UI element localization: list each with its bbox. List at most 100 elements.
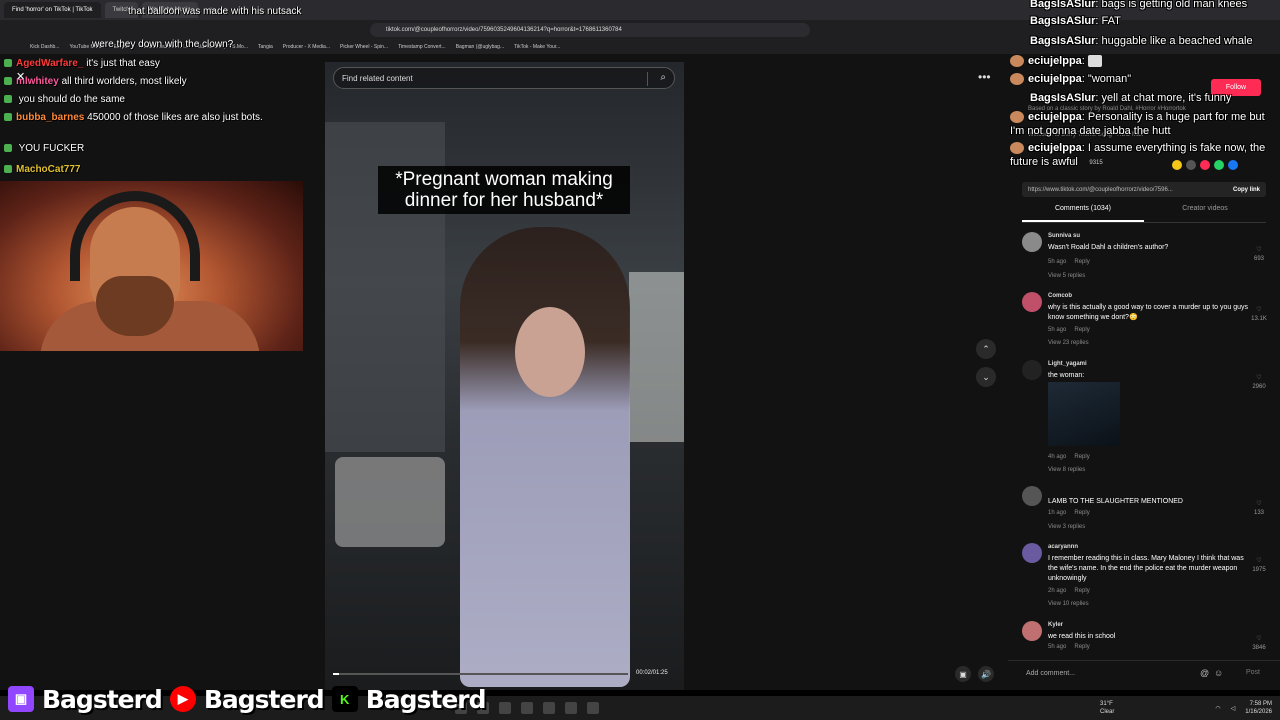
heart-icon[interactable]: ♡ xyxy=(1256,307,1261,313)
comment-meta: 5h ago Reply xyxy=(1048,327,1090,333)
comment-time: 2h ago xyxy=(1048,588,1067,594)
wifi-icon[interactable]: ◠ xyxy=(1215,705,1220,712)
like-button[interactable]: ♡ 2960 xyxy=(1248,374,1270,392)
like-count: 1975 xyxy=(1252,567,1266,573)
post-button[interactable]: Post xyxy=(1246,669,1260,676)
reply-button[interactable]: Reply xyxy=(1074,644,1089,650)
reply-button[interactable]: Reply xyxy=(1074,454,1089,460)
like-count: 13.1K xyxy=(1251,316,1267,322)
app-icon[interactable] xyxy=(565,702,577,714)
comment-text: we read this in school xyxy=(1048,633,1116,640)
avatar[interactable] xyxy=(1022,360,1042,380)
bookmark-item[interactable]: TikTok - Make Your... xyxy=(514,44,560,50)
webcam-streamer-beard xyxy=(96,276,174,336)
reply-button[interactable]: Reply xyxy=(1074,327,1089,333)
emote-icon xyxy=(1087,55,1102,68)
like-button[interactable]: ♡ 3846 xyxy=(1248,635,1270,653)
clock[interactable]: 7:58 PM 1/16/2026 xyxy=(1245,700,1272,716)
comment-username[interactable]: acaryannn xyxy=(1048,544,1078,550)
app-icon[interactable] xyxy=(499,702,511,714)
app-icon[interactable] xyxy=(521,702,533,714)
chat-username: MachoCat777 xyxy=(16,164,81,175)
comment-username[interactable]: Sunniva su xyxy=(1048,233,1080,239)
like-button[interactable]: ♡ 13.1K xyxy=(1248,306,1270,324)
bookmark-item[interactable]: Producer - X Media... xyxy=(283,44,330,50)
comment-time: 1h ago xyxy=(1048,510,1067,516)
reply-button[interactable]: Reply xyxy=(1074,588,1089,594)
heart-icon[interactable]: ♡ xyxy=(1256,247,1261,253)
chat-text: 450000 of those likes are also just bots… xyxy=(87,112,263,123)
like-button[interactable]: ♡ 133 xyxy=(1248,500,1270,518)
comment-text: I remember reading this in class. Mary M… xyxy=(1048,555,1244,582)
reply-button[interactable]: Reply xyxy=(1074,259,1089,265)
view-replies-button[interactable]: View 3 replies xyxy=(1048,524,1085,530)
reply-button[interactable]: Reply xyxy=(1074,510,1089,516)
video-progress-bar[interactable] xyxy=(333,673,628,675)
app-icon[interactable] xyxy=(543,702,555,714)
related-search-input[interactable]: Find related content ⌕ xyxy=(333,67,675,89)
next-video-button[interactable]: ⌄ xyxy=(976,367,996,387)
user-emote-icon xyxy=(1010,142,1024,155)
view-replies-button[interactable]: View 5 replies xyxy=(1048,273,1085,279)
chat-badge-icon xyxy=(4,165,12,174)
bookmark-item[interactable]: Timestamp Convert... xyxy=(398,44,446,50)
twitch-logo-icon: ▣ xyxy=(8,686,34,712)
comment-username[interactable]: Kyler xyxy=(1048,622,1063,628)
chat-line: you should do the same xyxy=(4,94,125,105)
chat-username: BagsIsASlur xyxy=(1030,92,1096,104)
chat-line: eciujelppa: I assume everything is fake … xyxy=(1010,142,1266,168)
previous-video-button[interactable]: ⌃ xyxy=(976,339,996,359)
volume-icon[interactable]: 🔊 xyxy=(978,666,994,682)
chat-line: BagsIsASlur: yell at chat more, it's fun… xyxy=(1030,92,1232,104)
heart-icon[interactable]: ♡ xyxy=(1256,558,1261,564)
avatar[interactable] xyxy=(1022,543,1042,563)
view-replies-button[interactable]: View 23 replies xyxy=(1048,340,1089,346)
heart-icon[interactable]: ♡ xyxy=(1256,375,1261,381)
mention-icon[interactable]: @ xyxy=(1200,668,1209,678)
heart-icon[interactable]: ♡ xyxy=(1256,501,1261,507)
chat-badge-icon xyxy=(4,113,12,122)
video-player[interactable] xyxy=(325,62,684,690)
tab-comments[interactable]: Comments (1034) xyxy=(1022,205,1144,222)
weather-condition: Clear xyxy=(1100,709,1115,715)
video-link-url: https://www.tiktok.com/@coupleofhorrorz/… xyxy=(1028,186,1173,193)
bookmark-item[interactable]: Picker Wheel - Spin... xyxy=(340,44,388,50)
pip-icon[interactable]: ▣ xyxy=(955,666,971,682)
like-button[interactable]: ♡ 1975 xyxy=(1248,557,1270,575)
view-replies-button[interactable]: View 8 replies xyxy=(1048,467,1085,473)
comment-username[interactable]: Light_yagami xyxy=(1048,361,1087,367)
video-scene-window xyxy=(629,272,684,442)
headset-icon xyxy=(70,191,200,281)
close-icon[interactable]: ✕ xyxy=(16,70,25,83)
video-progress-fill xyxy=(333,673,339,675)
chat-badge-icon xyxy=(4,59,12,68)
view-replies-button[interactable]: View 10 replies xyxy=(1048,601,1089,607)
url-field[interactable]: tiktok.com/@coupleofhorrorz/video/759603… xyxy=(370,23,810,37)
tab-tiktok[interactable]: Find 'horror' on TikTok | TikTok xyxy=(4,2,101,18)
like-button[interactable]: ♡ 693 xyxy=(1248,246,1270,264)
avatar[interactable] xyxy=(1022,292,1042,312)
bookmark-item[interactable]: Bagman (@uglybag... xyxy=(456,44,504,50)
avatar[interactable] xyxy=(1022,232,1042,252)
comment-time: 5h ago xyxy=(1048,259,1067,265)
tab-creator-videos[interactable]: Creator videos xyxy=(1144,205,1266,222)
speaker-icon[interactable]: ◁ xyxy=(1231,705,1236,712)
more-options-icon[interactable]: ••• xyxy=(978,70,991,84)
heart-icon[interactable]: ♡ xyxy=(1256,636,1261,642)
avatar[interactable] xyxy=(1022,621,1042,641)
chat-badge-icon xyxy=(4,95,12,104)
weather-widget[interactable]: 31°F Clear xyxy=(1100,700,1114,716)
copy-link-button[interactable]: Copy link xyxy=(1233,187,1260,193)
emoji-icon[interactable]: ☺ xyxy=(1214,668,1223,678)
comment-username[interactable]: Comcob xyxy=(1048,293,1072,299)
bookmark-item[interactable]: Kick Dashb... xyxy=(30,44,59,50)
bookmark-item[interactable]: Tangia xyxy=(258,44,273,50)
add-comment-input[interactable]: Add comment... @ ☺ Post xyxy=(1008,660,1280,686)
comment-image[interactable] xyxy=(1048,382,1120,446)
chat-line: eciujelppa: "woman" xyxy=(1010,73,1131,86)
avatar[interactable] xyxy=(1022,486,1042,506)
app-icon[interactable] xyxy=(587,702,599,714)
chat-text: you should do the same xyxy=(18,94,125,105)
search-icon[interactable]: ⌕ xyxy=(660,72,666,83)
clock-time: 7:58 PM xyxy=(1249,701,1272,707)
